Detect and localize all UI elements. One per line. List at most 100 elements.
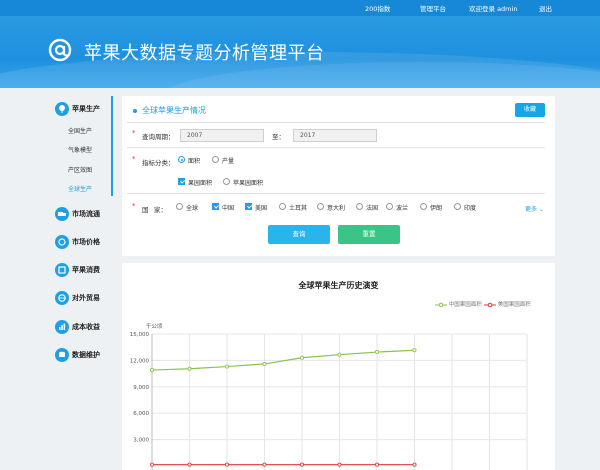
data-point: [337, 352, 342, 357]
data-point: [337, 462, 342, 467]
period-to-input[interactable]: 2017: [293, 129, 377, 142]
topbar-welcome-user[interactable]: 欢迎登录 admin: [469, 3, 517, 13]
query-button[interactable]: 查询: [268, 225, 330, 244]
country-label-poland: 波兰: [396, 205, 409, 212]
data-point: [299, 462, 305, 467]
country-turkey-radio[interactable]: [279, 203, 286, 210]
profit-icon: [55, 320, 69, 334]
data-point: [374, 349, 380, 355]
period-separator: 至：: [272, 133, 285, 141]
country-label-turkey: 土耳其: [289, 205, 308, 212]
country-label-italy: 意大利: [327, 205, 346, 212]
country-poland-radio[interactable]: [386, 203, 393, 210]
sidebar-subitem-weather-model[interactable]: 气象模型: [68, 145, 92, 154]
sidebar-item-label: 市场流通: [72, 210, 100, 218]
app-title: 苹果大数据专题分析管理平台: [84, 43, 325, 64]
data-point: [412, 462, 417, 467]
trade-icon: [55, 291, 69, 305]
data-point: [299, 355, 305, 360]
country-label: 国: [142, 206, 149, 214]
data-point: [187, 462, 192, 467]
apple-orchard-area-radio[interactable]: [223, 178, 230, 185]
divider: [127, 147, 545, 148]
chart-panel: 全球苹果生产历史演变 中国果园面积 美国果园面积 千公顷 15,000 12,00…: [122, 263, 555, 470]
save-button[interactable]: 收藏: [515, 103, 545, 117]
country-global-radio[interactable]: [176, 203, 183, 210]
metric-yield-radio[interactable]: [212, 156, 219, 163]
required-mark: *: [132, 129, 136, 137]
country-france-radio[interactable]: [356, 203, 363, 210]
country-label-china: 中国: [222, 205, 235, 212]
panel-title: 全球苹果生产情况: [142, 106, 206, 115]
data-point: [224, 364, 230, 369]
section-bullet: [133, 109, 137, 113]
sidebar-item-apple-consumption[interactable]: 苹果消费: [48, 261, 112, 281]
topbar-logout-link[interactable]: 退出: [539, 3, 552, 13]
more-countries-link[interactable]: 更多 ⌄: [525, 204, 544, 213]
apple-tree-icon: [55, 102, 69, 116]
sidebar-item-label: 市场价格: [72, 238, 100, 246]
metric-area-label: 面积: [188, 158, 201, 165]
topbar-link-admin-platform[interactable]: 管理平台: [420, 3, 446, 13]
country-label-india: 印度: [464, 205, 477, 212]
metric-area-radio[interactable]: [178, 156, 185, 163]
divider: [127, 193, 545, 194]
apple-orchard-area-label: 苹果园面积: [233, 180, 264, 187]
more-label: 更多: [525, 206, 538, 213]
sidebar: 苹果生产 全国生产 气象模型 产区效图 全球生产 市场流通 市场价格 苹果消费 …: [48, 96, 114, 376]
metric-label: 指标分类：: [142, 159, 175, 167]
sidebar-item-market-price[interactable]: 市场价格: [48, 233, 112, 253]
data-point: [374, 462, 380, 467]
sidebar-item-data-maintenance[interactable]: 数据维护: [48, 346, 112, 366]
country-label-france: 法国: [366, 205, 379, 212]
header-banner: 苹果大数据专题分析管理平台: [0, 16, 600, 88]
country-label-usa: 美国: [255, 205, 268, 212]
y-tick-label: 12,000: [130, 358, 150, 364]
y-tick-label: 3,000: [133, 438, 149, 444]
logo-icon: [48, 38, 72, 62]
reset-button[interactable]: 重置: [338, 225, 400, 244]
y-tick-label: 15,000: [130, 332, 150, 338]
y-tick-label: 9,000: [133, 385, 149, 391]
sidebar-item-label: 对外贸易: [72, 294, 100, 302]
topbar-link-index[interactable]: 200指数: [365, 3, 390, 13]
data-point: [149, 462, 155, 467]
consume-icon: [55, 263, 69, 277]
required-mark: *: [132, 202, 136, 210]
country-china-checkbox[interactable]: [212, 203, 219, 210]
sidebar-item-cost-profit[interactable]: 成本收益: [48, 318, 112, 338]
price-icon: [55, 235, 69, 249]
sidebar-item-foreign-trade[interactable]: 对外贸易: [48, 289, 112, 309]
query-panel: 全球苹果生产情况 收藏 * 查询周期： 2007 至： 2017 * 指标分类：…: [122, 96, 555, 256]
sidebar-item-label: 苹果消费: [72, 266, 100, 274]
orchard-area-checkbox[interactable]: [178, 178, 185, 185]
country-label-iran: 伊朗: [430, 205, 443, 212]
line-chart: 15,000 12,000 9,000 6,000 3,000: [130, 332, 528, 470]
sidebar-subitem-national-production[interactable]: 全国生产: [68, 126, 92, 135]
country-label-global: 全球: [186, 205, 199, 212]
sidebar-item-label: 数据维护: [72, 351, 100, 359]
period-from-input[interactable]: 2007: [180, 129, 264, 142]
country-india-radio[interactable]: [454, 203, 461, 210]
data-point: [149, 368, 155, 373]
data-point: [187, 366, 192, 371]
data-point: [262, 361, 267, 366]
country-iran-radio[interactable]: [420, 203, 427, 210]
top-bar: 200指数 管理平台 欢迎登录 admin 退出: [0, 0, 600, 16]
chevron-down-icon: ⌄: [537, 206, 544, 213]
sidebar-item-label: 成本收益: [72, 323, 100, 331]
data-point: [412, 348, 417, 353]
sidebar-item-apple-production[interactable]: 苹果生产: [48, 100, 112, 120]
sidebar-subitem-global-production[interactable]: 全球生产: [68, 184, 92, 193]
required-mark: *: [132, 155, 136, 163]
data-icon: [55, 348, 69, 362]
sidebar-subitem-region-map[interactable]: 产区效图: [68, 165, 92, 174]
divider: [127, 122, 545, 123]
sidebar-item-market-circulation[interactable]: 市场流通: [48, 205, 112, 225]
metric-yield-label: 产量: [222, 158, 235, 165]
country-italy-radio[interactable]: [317, 203, 324, 210]
sidebar-item-label: 苹果生产: [72, 105, 100, 113]
period-label: 查询周期：: [142, 133, 175, 141]
country-usa-checkbox[interactable]: [245, 203, 252, 210]
orchard-area-label: 果园面积: [188, 180, 213, 187]
